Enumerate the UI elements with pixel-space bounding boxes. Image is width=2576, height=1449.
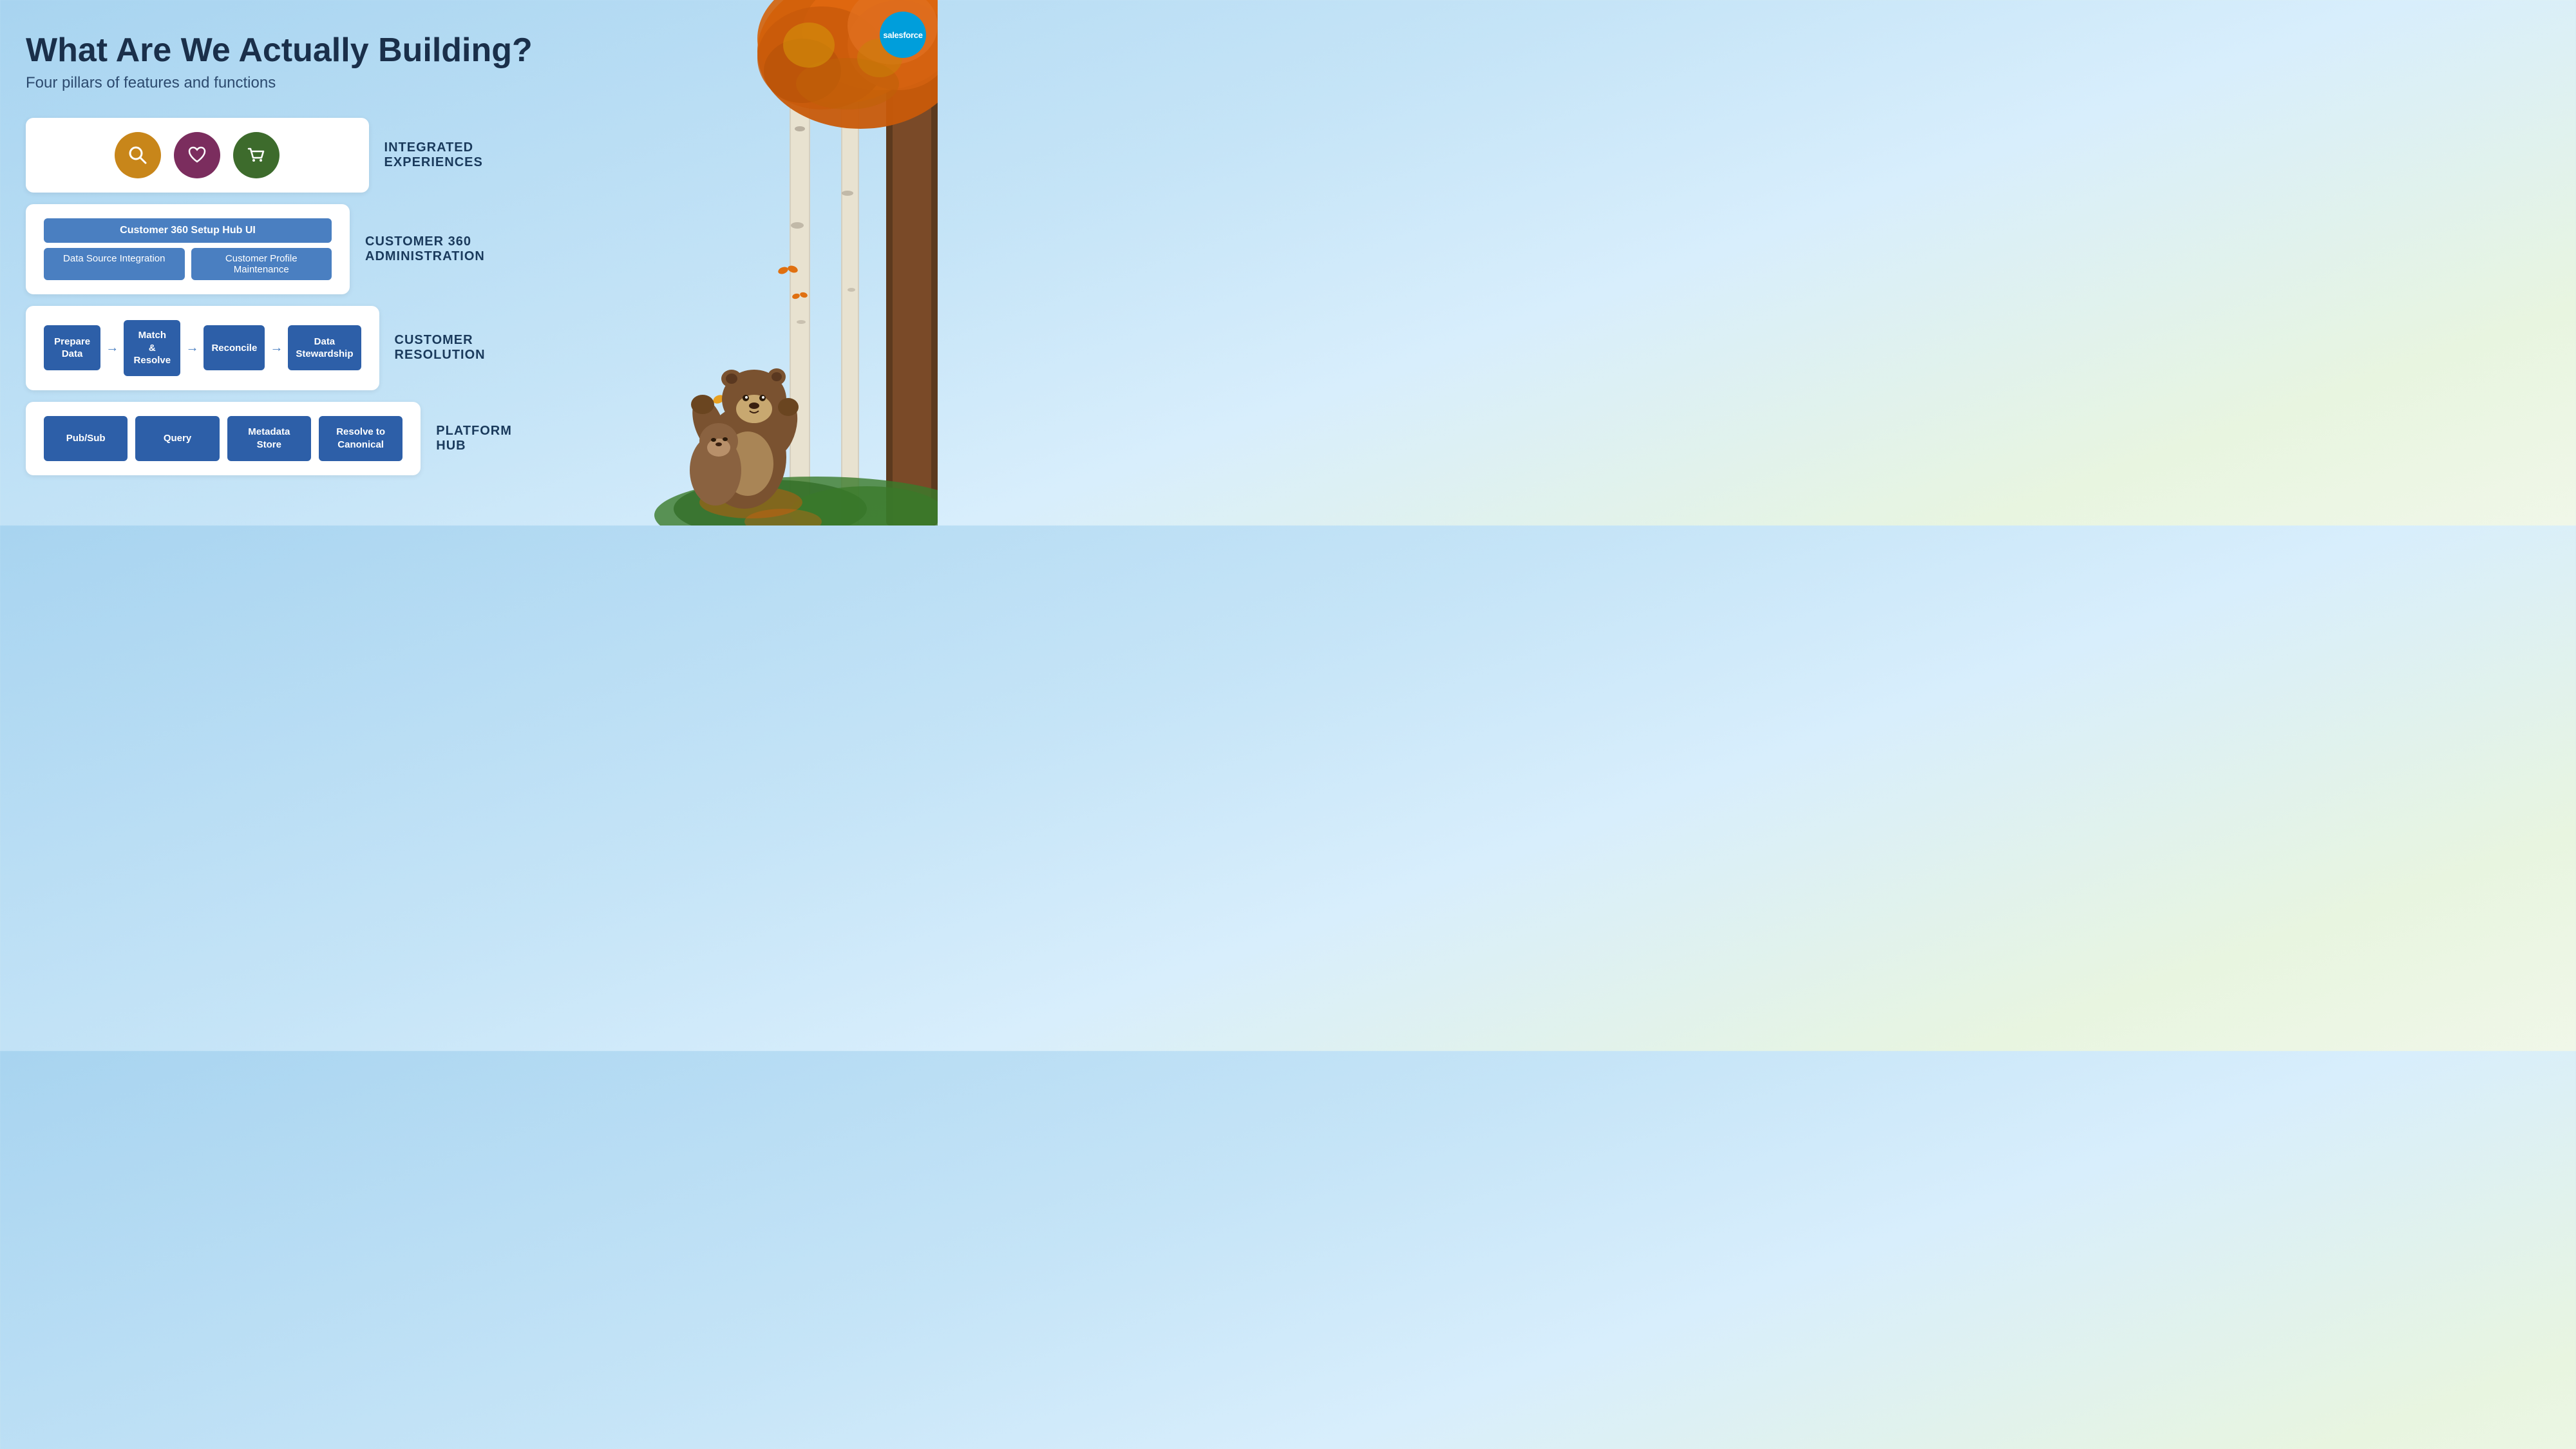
pillar-label-integrated: INTEGRATED EXPERIENCES: [384, 140, 541, 170]
plat-metadata: MetadataStore: [227, 416, 311, 461]
pillar-label-resolution: CUSTOMER RESOLUTION: [395, 333, 542, 363]
logo-text: salesforce: [883, 30, 922, 40]
pillar-row-platform: Pub/Sub Query MetadataStore Resolve toCa…: [26, 402, 541, 475]
admin-bottom-row: Data Source Integration Customer Profile…: [44, 248, 332, 280]
pillar-row-admin: Customer 360 Setup Hub UI Data Source In…: [26, 204, 541, 294]
plat-resolve-canonical: Resolve toCanonical: [319, 416, 402, 461]
page-subtitle: Four pillars of features and functions: [26, 74, 541, 92]
pillars-container: INTEGRATED EXPERIENCES Customer 360 Setu…: [26, 118, 541, 475]
pillar-card-resolution: Prepare Data → Match& Resolve → Reconcil…: [26, 306, 379, 390]
pillar-card-admin: Customer 360 Setup Hub UI Data Source In…: [26, 204, 350, 294]
cart-icon-circle: [233, 132, 279, 178]
background-decoration: [590, 0, 938, 526]
pillar-row-resolution: Prepare Data → Match& Resolve → Reconcil…: [26, 306, 541, 390]
resolution-content: Prepare Data → Match& Resolve → Reconcil…: [44, 320, 361, 376]
pillar-row-integrated: INTEGRATED EXPERIENCES: [26, 118, 541, 193]
res-reconcile: Reconcile: [204, 325, 265, 370]
arrow-2: →: [185, 341, 198, 355]
admin-item-profile: Customer Profile Maintenance: [191, 248, 332, 280]
salesforce-logo: salesforce: [880, 12, 926, 58]
admin-content: Customer 360 Setup Hub UI Data Source In…: [44, 218, 332, 280]
res-data-stewardship: DataStewardship: [288, 325, 361, 370]
icons-row: [44, 132, 351, 178]
pillar-card-platform: Pub/Sub Query MetadataStore Resolve toCa…: [26, 402, 421, 475]
main-content: What Are We Actually Building? Four pill…: [26, 32, 541, 475]
pillar-label-admin: CUSTOMER 360 ADMINISTRATION: [365, 234, 541, 264]
heart-icon-circle: [174, 132, 220, 178]
arrow-1: →: [106, 341, 118, 355]
res-match-resolve: Match& Resolve: [124, 320, 180, 376]
arrow-3: →: [270, 341, 283, 355]
search-icon-circle: [115, 132, 161, 178]
admin-item-datasource: Data Source Integration: [44, 248, 185, 280]
res-prepare-data: Prepare Data: [44, 325, 100, 370]
platform-content: Pub/Sub Query MetadataStore Resolve toCa…: [44, 416, 402, 461]
page-title: What Are We Actually Building?: [26, 32, 541, 69]
plat-query: Query: [135, 416, 219, 461]
pillar-label-platform: PLATFORM HUB: [436, 424, 541, 453]
admin-top-bar: Customer 360 Setup Hub UI: [44, 218, 332, 243]
pillar-card-integrated: [26, 118, 369, 193]
plat-pubsub: Pub/Sub: [44, 416, 128, 461]
